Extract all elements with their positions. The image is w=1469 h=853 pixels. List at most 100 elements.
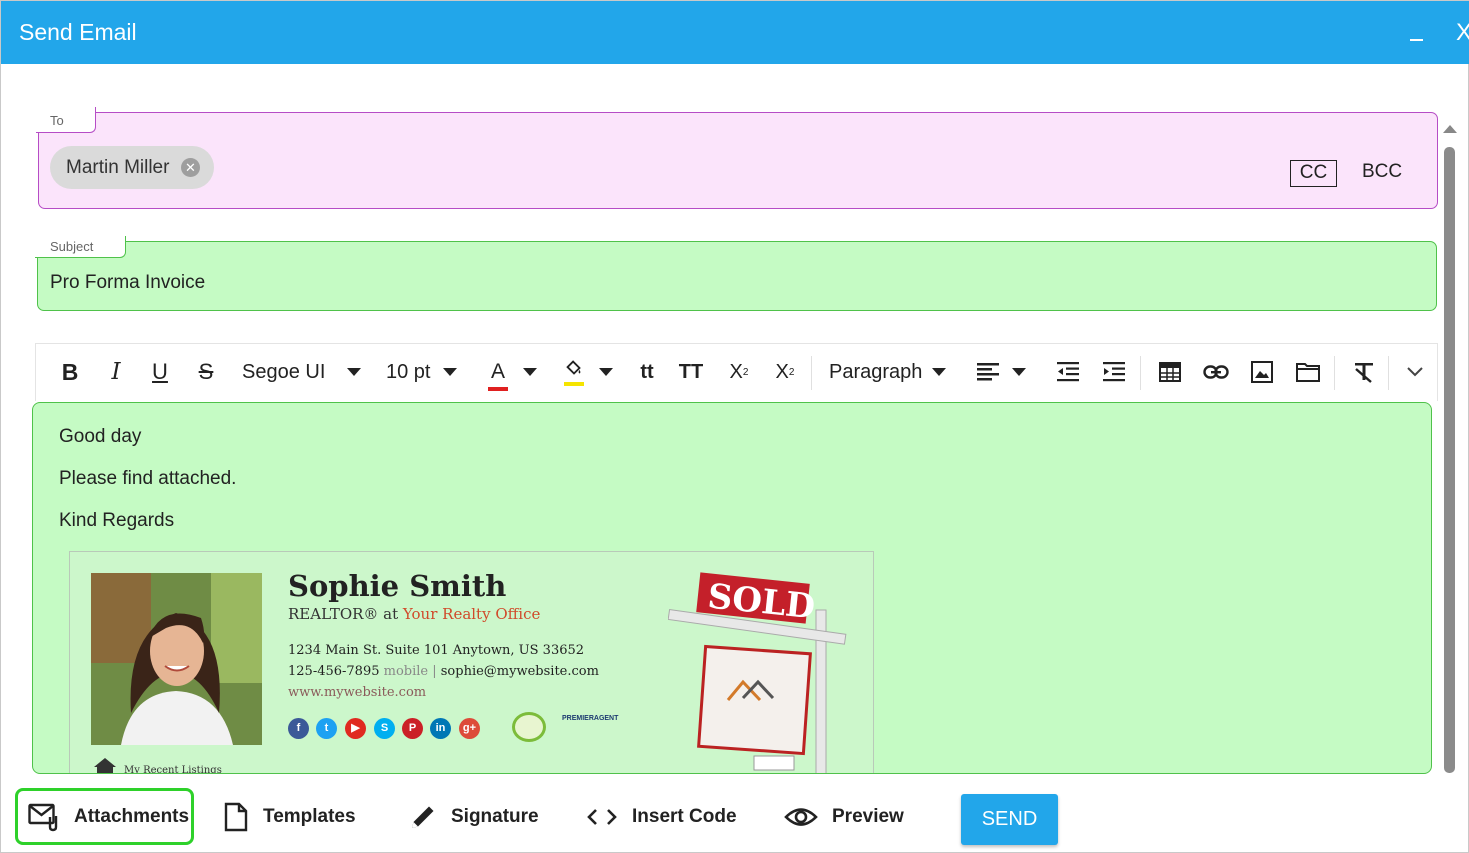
paragraph-format-value: Paragraph (829, 360, 923, 383)
scrollbar-thumb[interactable] (1444, 147, 1455, 773)
chevron-down-icon (932, 368, 947, 376)
toolbar-divider (1388, 356, 1389, 390)
message-body-editor[interactable]: Good day Please find attached. Kind Rega… (32, 402, 1432, 774)
preview-label: Preview (832, 806, 904, 827)
subject-input-value[interactable]: Pro Forma Invoice (50, 272, 205, 294)
recipient-chip[interactable]: Martin Miller ✕ (50, 146, 214, 189)
toolbar-divider (1140, 356, 1141, 390)
close-icon[interactable]: X (1456, 19, 1469, 47)
highlight-button[interactable] (562, 357, 620, 387)
googleplus-icon[interactable]: g+ (459, 718, 480, 739)
attachment-mail-icon (28, 803, 58, 831)
signature-address: 1234 Main St. Suite 101 Anytown, US 3365… (288, 643, 585, 658)
twitter-icon[interactable]: t (316, 718, 337, 739)
signature-name: Sophie Smith (288, 569, 507, 603)
align-button[interactable] (976, 357, 1032, 387)
email-signature: Sophie Smith REALTOR® at Your Realty Off… (69, 551, 874, 774)
signature-email[interactable]: sophie@mywebsite.com (441, 664, 599, 679)
chevron-down-icon (523, 368, 537, 376)
paragraph-format-select[interactable]: Paragraph (829, 357, 949, 387)
award-badge-icon (512, 712, 546, 742)
to-label: To (46, 113, 68, 128)
minimize-icon[interactable] (1404, 13, 1428, 43)
font-size-value: 10 pt (386, 360, 431, 383)
preview-button[interactable]: Preview (784, 791, 904, 843)
premier-agent-logo: PREMIERAGENT (562, 715, 619, 722)
more-icon[interactable] (1402, 357, 1428, 387)
signature-company: Your Realty Office (402, 605, 541, 623)
attachments-button[interactable]: Attachments (15, 788, 194, 845)
lowercase-icon[interactable]: tt (634, 357, 660, 387)
signature-role: REALTOR® at Your Realty Office (288, 605, 540, 623)
uppercase-icon[interactable]: TT (678, 357, 704, 387)
superscript-icon[interactable]: X2 (726, 357, 752, 387)
table-icon[interactable] (1156, 357, 1184, 387)
chevron-down-icon (443, 368, 458, 376)
eye-icon (784, 808, 818, 826)
font-family-select[interactable]: Segoe UI (242, 357, 362, 387)
dialog-title: Send Email (19, 19, 137, 45)
insert-code-button[interactable]: Insert Code (586, 791, 737, 843)
to-field[interactable] (38, 112, 1438, 209)
pinterest-icon[interactable]: P (402, 718, 423, 739)
body-line: Please find attached. (59, 468, 237, 489)
font-color-indicator (488, 387, 508, 391)
subscript-icon[interactable]: X2 (772, 357, 798, 387)
chevron-down-icon (599, 368, 613, 376)
signature-contact: 125-456-7895 mobile | sophie@mywebsite.c… (288, 664, 599, 679)
toolbar-divider (811, 356, 812, 390)
body-line: Good day (59, 426, 142, 447)
recipient-name: Martin Miller (66, 156, 170, 178)
remove-chip-icon[interactable]: ✕ (181, 158, 200, 177)
outdent-icon[interactable] (1054, 357, 1082, 387)
send-button[interactable]: SEND (961, 794, 1058, 845)
editor-toolbar: B I U S Segoe UI 10 pt A tt TT X2 X2 Par… (35, 343, 1438, 401)
cc-button[interactable]: CC (1290, 160, 1337, 187)
scroll-up-arrow[interactable] (1443, 125, 1457, 133)
toolbar-divider (1334, 356, 1335, 390)
chevron-down-icon (347, 368, 362, 376)
subject-field[interactable] (37, 241, 1437, 311)
recent-listings-label: My Recent Listings (124, 765, 222, 774)
title-bar: Send Email X (1, 1, 1469, 64)
templates-label: Templates (263, 806, 356, 827)
signature-phone-type: mobile | (379, 664, 441, 679)
highlight-indicator (564, 382, 584, 386)
italic-icon[interactable]: I (104, 357, 128, 387)
font-color-button[interactable]: A (486, 357, 544, 391)
attachments-label: Attachments (74, 805, 190, 827)
indent-icon[interactable] (1100, 357, 1128, 387)
linkedin-icon[interactable]: in (430, 718, 451, 739)
signature-role-prefix: REALTOR® at (288, 605, 403, 623)
templates-button[interactable]: Templates (223, 791, 356, 843)
pencil-icon (412, 806, 434, 828)
folder-icon[interactable] (1294, 357, 1322, 387)
document-icon (224, 802, 248, 832)
chevron-down-icon (1012, 368, 1026, 376)
signature-photo (91, 573, 262, 745)
bcc-button[interactable]: BCC (1362, 161, 1402, 183)
youtube-icon[interactable]: ▶ (345, 718, 366, 739)
highlight-icon (562, 357, 586, 387)
link-icon[interactable] (1202, 357, 1230, 387)
send-email-dialog: Send Email X To Martin Miller ✕ CC BCC S… (0, 0, 1469, 853)
insert-code-label: Insert Code (632, 806, 737, 827)
body-line: Kind Regards (59, 510, 175, 531)
home-icon (94, 758, 116, 773)
sold-sign-image: SOLD (667, 570, 858, 773)
signature-website[interactable]: www.mywebsite.com (288, 685, 426, 700)
image-icon[interactable] (1248, 357, 1276, 387)
underline-icon[interactable]: U (148, 357, 172, 387)
skype-icon[interactable]: S (374, 718, 395, 739)
font-size-select[interactable]: 10 pt (386, 357, 462, 387)
strikethrough-icon[interactable]: S (194, 357, 218, 387)
align-icon (977, 363, 999, 381)
signature-button[interactable]: Signature (409, 791, 539, 843)
bold-icon[interactable]: B (58, 357, 82, 387)
code-icon (587, 809, 617, 825)
subject-label: Subject (46, 239, 98, 254)
font-family-value: Segoe UI (242, 360, 326, 383)
facebook-icon[interactable]: f (288, 718, 309, 739)
signature-label: Signature (451, 806, 539, 827)
clear-format-icon[interactable] (1350, 357, 1378, 387)
